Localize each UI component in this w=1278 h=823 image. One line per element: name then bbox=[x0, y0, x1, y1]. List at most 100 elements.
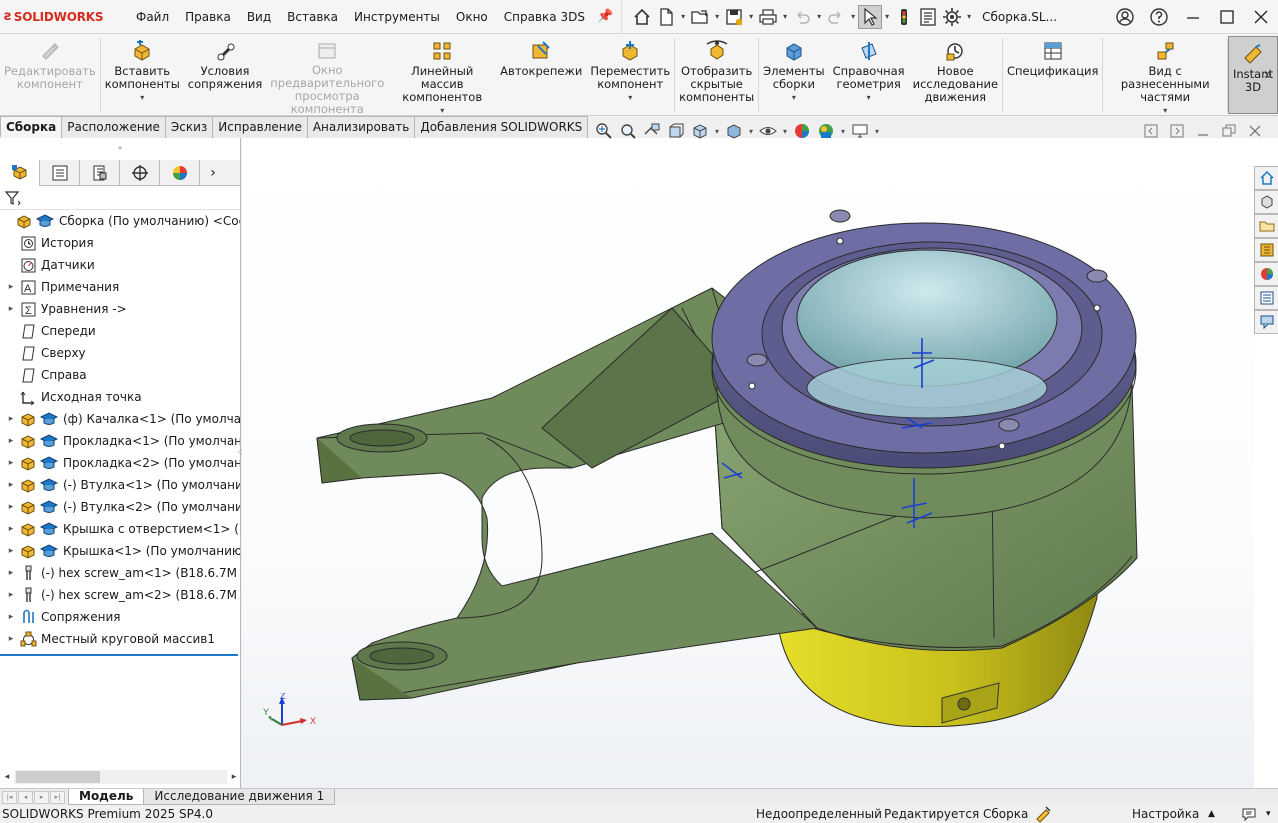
save-button[interactable] bbox=[722, 5, 746, 29]
tree-item[interactable]: ▸ (-) Втулка<1> (По умолчанию bbox=[0, 474, 240, 496]
scroll-track[interactable] bbox=[14, 770, 227, 784]
print-dropdown[interactable]: ▾ bbox=[780, 12, 790, 21]
next-tab-icon[interactable]: ▸ bbox=[34, 790, 49, 804]
tree-item[interactable]: ▸ (-) hex screw_am<2> (B18.6.7M - M bbox=[0, 584, 240, 606]
bottom-tab-0[interactable]: Модель bbox=[68, 789, 145, 805]
tab-0[interactable]: Сборка bbox=[0, 116, 63, 138]
rebuild-status-icon[interactable] bbox=[1034, 805, 1052, 823]
hide-show-items-button[interactable] bbox=[756, 120, 780, 142]
task-pane-custom-properties-tab[interactable] bbox=[1254, 286, 1278, 310]
task-pane-home-tab[interactable] bbox=[1254, 166, 1278, 190]
cmd-dropdown-icon[interactable]: ▾ bbox=[140, 93, 144, 102]
tab-3[interactable]: Исправление bbox=[212, 116, 308, 138]
units-dropdown-icon[interactable]: ▲ bbox=[1208, 809, 1215, 819]
tree-item[interactable]: ▸ Местный круговой массив1 bbox=[0, 628, 240, 650]
tree-item[interactable]: ▸ A Примечания bbox=[0, 276, 240, 298]
cmd-smart-fasteners-button[interactable]: Автокрепежи bbox=[496, 34, 586, 116]
cmd-reference-geometry-button[interactable]: Справочная геометрия ▾ bbox=[829, 34, 909, 116]
expand-arrow-icon[interactable]: ▸ bbox=[4, 634, 18, 644]
cmd-motion-study-button[interactable]: Новое исследование движения bbox=[909, 34, 1002, 116]
cmd-show-hidden-button[interactable]: Отобразить скрытые компоненты bbox=[675, 34, 758, 116]
task-pane-file-explorer-tab[interactable] bbox=[1254, 214, 1278, 238]
display-manager-tab[interactable] bbox=[160, 160, 200, 186]
viewport-minimize-button[interactable] bbox=[1190, 122, 1216, 140]
new-dropdown[interactable]: ▾ bbox=[678, 12, 688, 21]
expand-arrow-icon[interactable]: ▸ bbox=[4, 612, 18, 622]
configuration-manager-tab[interactable] bbox=[80, 160, 120, 186]
apply-scene-dropdown[interactable]: ▾ bbox=[838, 127, 848, 136]
edit-appearance-button[interactable] bbox=[790, 120, 814, 142]
scroll-right-icon[interactable]: ▸ bbox=[227, 772, 241, 782]
menu-item-4[interactable]: Инструменты bbox=[346, 0, 448, 34]
tree-filter[interactable] bbox=[0, 186, 240, 210]
redo-dropdown[interactable]: ▾ bbox=[848, 12, 858, 21]
expand-arrow-icon[interactable]: ▸ bbox=[4, 502, 18, 512]
cmd-dropdown-icon[interactable]: ▾ bbox=[1163, 106, 1167, 115]
units-customize[interactable]: Настройка bbox=[1132, 807, 1199, 821]
pin-icon[interactable]: 📌 bbox=[597, 9, 613, 24]
last-tab-icon[interactable]: ▸| bbox=[50, 790, 65, 804]
viewport-prev-button[interactable] bbox=[1138, 122, 1164, 140]
minimize-button[interactable] bbox=[1176, 0, 1210, 34]
scroll-left-icon[interactable]: ◂ bbox=[0, 772, 14, 782]
tree-item[interactable]: Датчики bbox=[0, 254, 240, 276]
tree-item[interactable]: Сверху bbox=[0, 342, 240, 364]
viewport-next-button[interactable] bbox=[1164, 122, 1190, 140]
command-manager-more-icon[interactable]: » bbox=[1258, 34, 1278, 116]
cmd-preview-window-button[interactable]: Окно предварительного просмотра компонен… bbox=[266, 34, 388, 116]
scroll-thumb[interactable] bbox=[16, 771, 100, 783]
save-dropdown[interactable]: ▾ bbox=[746, 12, 756, 21]
user-button[interactable] bbox=[1108, 0, 1142, 34]
expand-arrow-icon[interactable]: ▸ bbox=[4, 524, 18, 534]
new-document-button[interactable] bbox=[654, 5, 678, 29]
menu-item-0[interactable]: Файл bbox=[128, 0, 177, 34]
previous-view-button[interactable] bbox=[640, 120, 664, 142]
help-button[interactable] bbox=[1142, 0, 1176, 34]
tree-item[interactable]: ▸ (ф) Качалка<1> (По умолчани bbox=[0, 408, 240, 430]
expand-arrow-icon[interactable]: ▸ bbox=[4, 282, 18, 292]
view-orientation-dropdown[interactable]: ▾ bbox=[712, 127, 722, 136]
status-dropdown-icon[interactable]: ▾ bbox=[1266, 809, 1271, 819]
tree-item[interactable]: ▸ Сопряжения bbox=[0, 606, 240, 628]
expand-arrow-icon[interactable]: ▸ bbox=[4, 568, 18, 578]
first-tab-icon[interactable]: |◂ bbox=[2, 790, 17, 804]
cmd-dropdown-icon[interactable]: ▾ bbox=[867, 93, 871, 102]
rebuild-button[interactable] bbox=[892, 5, 916, 29]
select-dropdown[interactable]: ▾ bbox=[882, 12, 892, 21]
tree-item[interactable]: Сборка (По умолчанию) <Состоя bbox=[0, 210, 240, 232]
feature-manager-tab[interactable] bbox=[0, 160, 40, 186]
tree-rollback-bar[interactable] bbox=[0, 654, 238, 656]
menu-item-5[interactable]: Окно bbox=[448, 0, 496, 34]
task-pane-design-library-tab[interactable] bbox=[1254, 238, 1278, 262]
cmd-insert-components-button[interactable]: Вставить компоненты ▾ bbox=[101, 34, 184, 116]
options-button[interactable] bbox=[940, 5, 964, 29]
tree-item[interactable]: Справа bbox=[0, 364, 240, 386]
menu-item-3[interactable]: Вставка bbox=[279, 0, 346, 34]
tree-item[interactable]: Спереди bbox=[0, 320, 240, 342]
expand-arrow-icon[interactable]: ▸ bbox=[4, 480, 18, 490]
view-settings-button[interactable] bbox=[848, 120, 872, 142]
view-settings-dropdown[interactable]: ▾ bbox=[872, 127, 882, 136]
tree-item[interactable]: ▸ Σ Уравнения -> bbox=[0, 298, 240, 320]
cover-ring-part[interactable] bbox=[711, 209, 1137, 475]
tree-item[interactable]: ▸ Прокладка<2> (По умолчани bbox=[0, 452, 240, 474]
tree-item[interactable]: ▸ Прокладка<1> (По умолчани bbox=[0, 430, 240, 452]
cmd-edit-component-button[interactable]: Редактировать компонент bbox=[0, 34, 100, 116]
viewport-restore-button[interactable] bbox=[1216, 122, 1242, 140]
apply-scene-button[interactable] bbox=[814, 120, 838, 142]
section-view-button[interactable] bbox=[664, 120, 688, 142]
tab-2[interactable]: Эскиз bbox=[164, 116, 214, 138]
view-orientation-button[interactable] bbox=[688, 120, 712, 142]
print-button[interactable] bbox=[756, 5, 780, 29]
zoom-to-area-button[interactable] bbox=[616, 120, 640, 142]
tab-4[interactable]: Анализировать bbox=[306, 116, 416, 138]
task-pane-forum-tab[interactable] bbox=[1254, 310, 1278, 334]
menu-item-1[interactable]: Правка bbox=[177, 0, 239, 34]
tab-5[interactable]: Добавления SOLIDWORKS bbox=[414, 116, 589, 138]
cmd-bom-button[interactable]: Спецификация bbox=[1003, 34, 1102, 116]
cmd-exploded-view-button[interactable]: Вид с разнесенными частями ▾ bbox=[1103, 34, 1227, 116]
redo-button[interactable] bbox=[824, 5, 848, 29]
expand-arrow-icon[interactable]: ▸ bbox=[4, 458, 18, 468]
expand-arrow-icon[interactable]: ▸ bbox=[4, 590, 18, 600]
cmd-dropdown-icon[interactable]: ▾ bbox=[440, 106, 444, 115]
